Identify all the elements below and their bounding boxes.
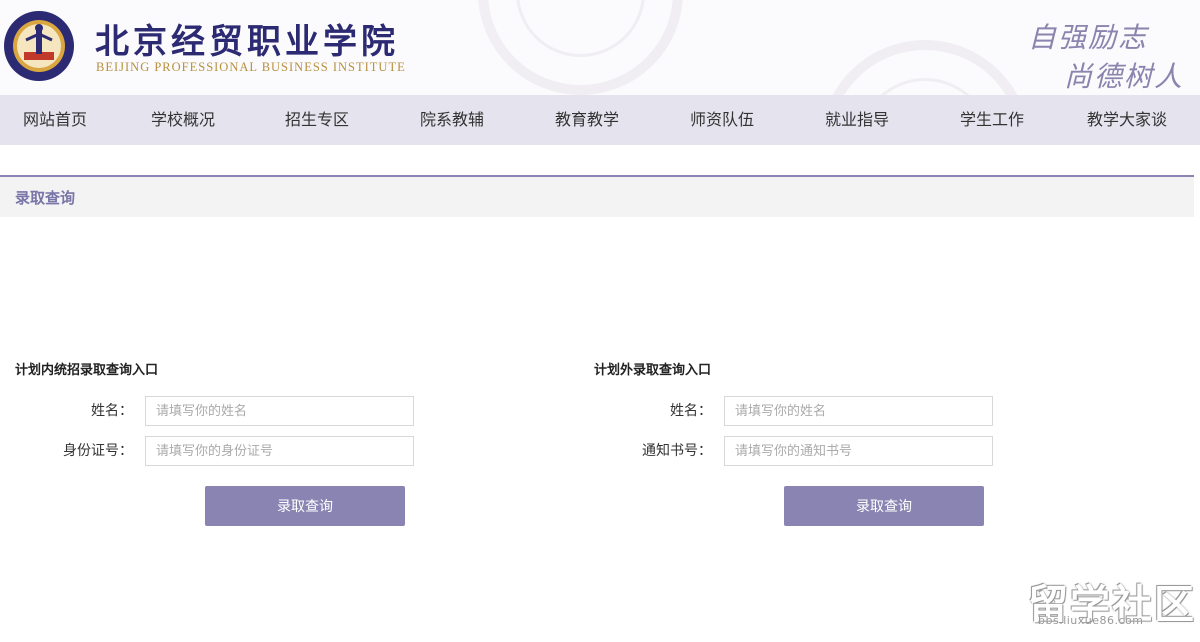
- background-seal-decoration: [478, 0, 683, 95]
- in-plan-id-label: 身份证号：: [63, 443, 133, 459]
- in-plan-query-button[interactable]: 录取查询: [205, 486, 405, 526]
- background-seal-decoration: [820, 40, 1030, 95]
- nav-item-career[interactable]: 就业指导: [825, 95, 889, 145]
- nav-item-admissions[interactable]: 招生专区: [285, 95, 349, 145]
- main-nav: 网站首页 学校概况 招生专区 院系教辅 教育教学 师资队伍 就业指导 学生工作 …: [0, 95, 1200, 145]
- in-plan-form-title: 计划内统招录取查询入口: [15, 363, 159, 378]
- watermark-url: bbs.liuxue86.com: [1038, 614, 1144, 627]
- nav-item-about[interactable]: 学校概况: [151, 95, 215, 145]
- school-name-english: BEIJING PROFESSIONAL BUSINESS INSTITUTE: [96, 60, 406, 74]
- school-name-chinese: 北京经贸职业学院: [95, 22, 399, 62]
- nav-item-teaching-forum[interactable]: 教学大家谈: [1087, 95, 1167, 145]
- nav-item-teaching[interactable]: 教育教学: [555, 95, 619, 145]
- motto-line-2: 尚德树人: [1064, 60, 1185, 93]
- in-plan-name-input[interactable]: [145, 396, 414, 426]
- nav-item-departments[interactable]: 院系教辅: [420, 95, 484, 145]
- nav-item-student-affairs[interactable]: 学生工作: [960, 95, 1024, 145]
- out-plan-name-input[interactable]: [724, 396, 993, 426]
- section-title: 录取查询: [15, 189, 76, 207]
- site-header: 北京经贸职业学院 BEIJING PROFESSIONAL BUSINESS I…: [0, 0, 1200, 95]
- out-plan-form-title: 计划外录取查询入口: [594, 363, 712, 378]
- out-plan-notice-input[interactable]: [724, 436, 993, 466]
- out-plan-notice-label: 通知书号：: [642, 443, 712, 459]
- in-plan-name-label: 姓名：: [91, 403, 133, 419]
- out-plan-query-button[interactable]: 录取查询: [784, 486, 984, 526]
- motto-line-1: 自强励志: [1028, 21, 1149, 54]
- out-plan-name-label: 姓名：: [670, 403, 712, 419]
- section-header: 录取查询: [0, 175, 1194, 217]
- school-emblem-icon[interactable]: [2, 8, 76, 86]
- in-plan-id-input[interactable]: [145, 436, 414, 466]
- nav-item-home[interactable]: 网站首页: [23, 95, 87, 145]
- nav-item-faculty[interactable]: 师资队伍: [690, 95, 754, 145]
